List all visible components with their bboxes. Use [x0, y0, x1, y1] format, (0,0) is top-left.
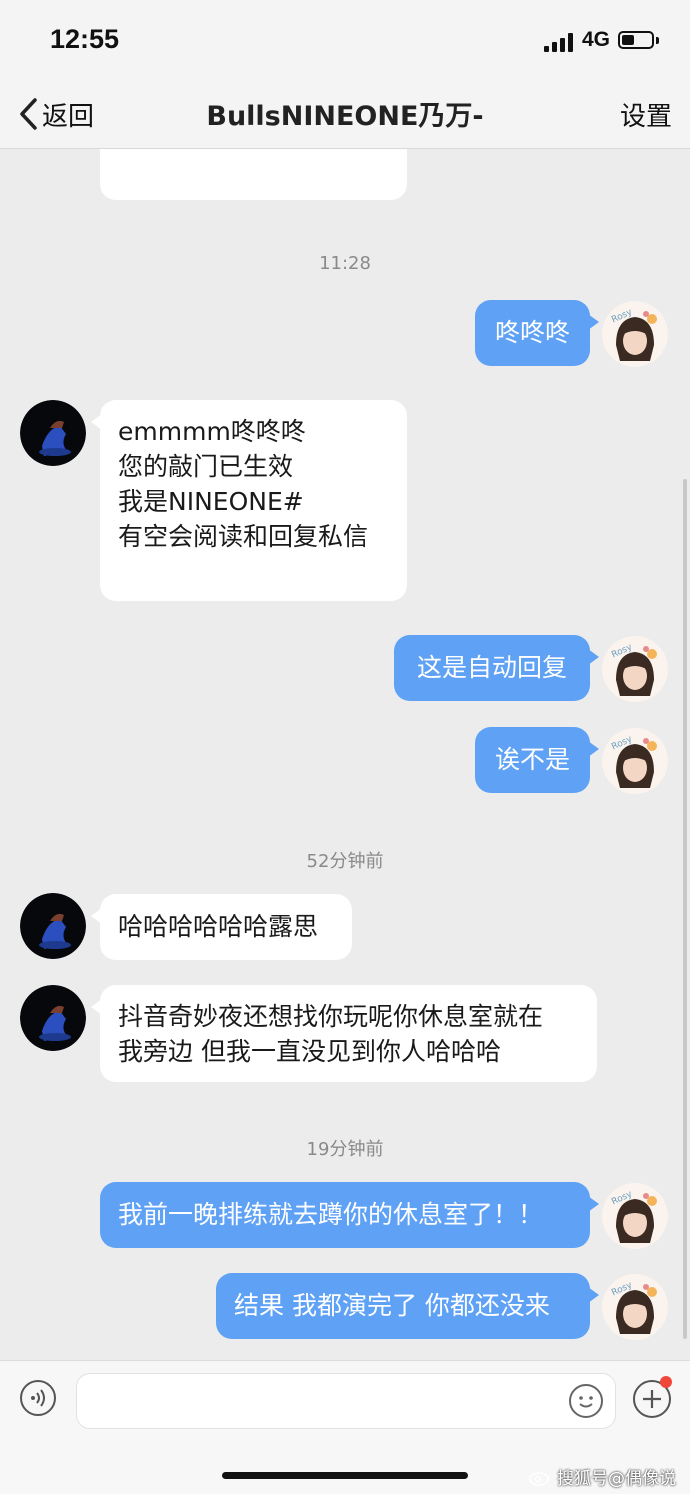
message-bubble-outgoing[interactable]: 结果 我都演完了 你都还没来 [216, 1273, 599, 1339]
message-bubble-incoming[interactable] [100, 149, 407, 200]
watermark-text: 搜狐号@偶像说 [557, 1469, 676, 1489]
self-avatar[interactable]: Rosy [602, 1183, 668, 1249]
self-avatar[interactable]: Rosy [602, 301, 668, 367]
smiley-icon [579, 1396, 593, 1408]
voice-icon [31, 1389, 45, 1407]
emoji-button[interactable] [569, 1384, 603, 1418]
message-bubble-incoming[interactable]: emmmm咚咚咚 您的敲门已生效 我是NINEONE# 有空会阅读和回复私信 [91, 400, 407, 601]
message-bubble-outgoing[interactable]: 诶不是 [475, 727, 599, 793]
message-bubble-incoming[interactable]: 哈哈哈哈哈哈露思 [91, 894, 352, 960]
signal-icon [544, 32, 576, 52]
message-bubble-outgoing[interactable]: 我前一晚排练就去蹲你的休息室了！！ [100, 1182, 599, 1248]
timestamp: 11:28 [319, 253, 371, 274]
message-bubble-outgoing[interactable]: 咚咚咚 [475, 300, 599, 366]
self-avatar[interactable]: Rosy [602, 636, 668, 702]
back-button[interactable]: 返回 [18, 94, 94, 134]
chevron-left-icon [20, 98, 37, 130]
timestamp: 52分钟前 [306, 851, 384, 872]
chat-list[interactable]: 11:28 咚咚咚 Rosy emmmm咚咚咚 您的敲门已生效 我是NINEON… [0, 149, 690, 1360]
network-type: 4G [582, 28, 611, 51]
battery-icon [618, 31, 654, 49]
self-avatar[interactable]: Rosy [602, 1274, 668, 1340]
home-indicator[interactable] [222, 1472, 468, 1479]
notification-dot [660, 1376, 672, 1388]
self-avatar[interactable]: Rosy [602, 728, 668, 794]
watermark: 搜狐号@偶像说 [529, 1464, 676, 1489]
status-time: 12:55 [50, 24, 120, 54]
contact-avatar[interactable] [20, 985, 86, 1051]
nav-bar: 返回 BullsNINEONE乃万- 设置 [0, 80, 690, 149]
message-input[interactable] [76, 1373, 616, 1429]
weibo-icon [529, 1471, 549, 1486]
battery-tip [656, 37, 659, 44]
message-bubble-incoming[interactable]: 抖音奇妙夜还想找你玩呢你休息室就在 我旁边 但我一直没见到你人哈哈哈 [91, 985, 597, 1082]
voice-input-button[interactable] [20, 1380, 56, 1416]
message-bubble-outgoing[interactable]: 这是自动回复 [394, 635, 599, 701]
contact-avatar[interactable] [20, 400, 86, 466]
settings-button[interactable]: 设置 [620, 96, 672, 133]
timestamp: 19分钟前 [306, 1139, 384, 1160]
status-bar: 12:55 4G [0, 0, 690, 80]
scrollbar[interactable] [683, 479, 687, 1339]
page-title: BullsNINEONE乃万- [206, 101, 484, 132]
back-label: 返回 [42, 101, 95, 132]
contact-avatar[interactable] [20, 893, 86, 959]
